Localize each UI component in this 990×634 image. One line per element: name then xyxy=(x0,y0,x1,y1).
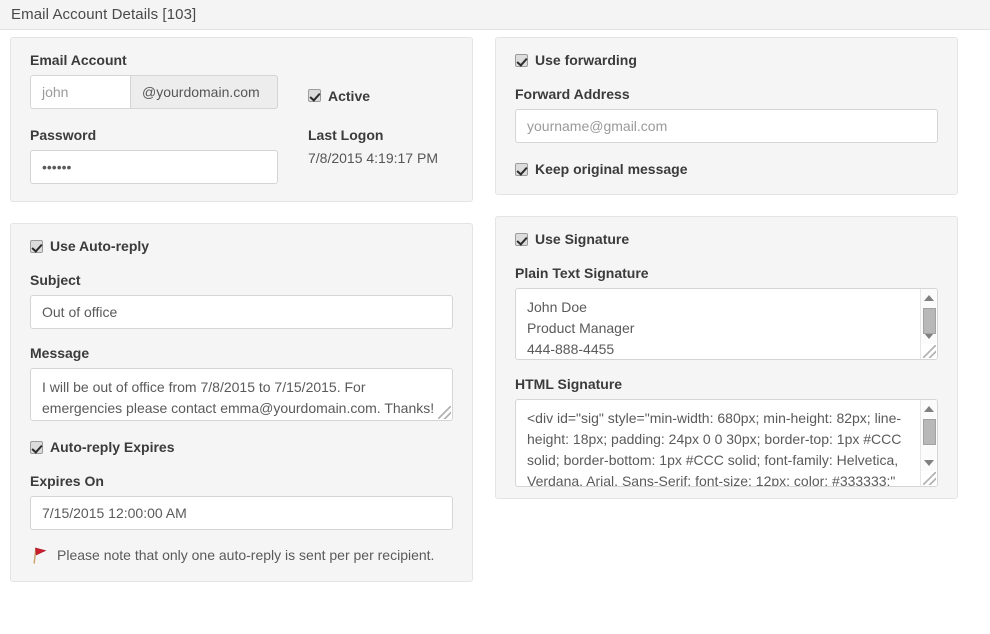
forwarding-panel: Use forwarding Forward Address yourname@… xyxy=(495,37,958,195)
scrollbar-thumb[interactable] xyxy=(923,308,936,334)
email-account-row: Email Account john @yourdomain.com Activ… xyxy=(30,52,453,109)
html-signature-group: HTML Signature <div id="sig" style="min-… xyxy=(515,376,938,487)
message-label: Message xyxy=(30,345,453,361)
autoreply-note: Please note that only one auto-reply is … xyxy=(30,546,453,564)
html-signature-label: HTML Signature xyxy=(515,376,938,392)
password-field-group: Password •••••• xyxy=(30,127,278,184)
html-signature-value: <div id="sig" style="min-width: 680px; m… xyxy=(516,400,937,487)
page-header: Email Account Details [103] xyxy=(0,0,990,30)
right-column: Use forwarding Forward Address yourname@… xyxy=(495,37,958,499)
password-row: Password •••••• Last Logon 7/8/2015 4:19… xyxy=(30,127,453,184)
subject-group: Subject Out of office xyxy=(30,272,453,329)
active-label: Active xyxy=(328,88,370,104)
plain-text-signature-label: Plain Text Signature xyxy=(515,265,938,281)
scrollbar-track[interactable] xyxy=(921,306,938,327)
message-group: Message I will be out of office from 7/8… xyxy=(30,345,453,421)
active-checkbox-row[interactable]: Active xyxy=(308,82,370,109)
use-signature-label: Use Signature xyxy=(535,231,629,247)
scrollbar-thumb[interactable] xyxy=(923,419,936,445)
subject-input[interactable]: Out of office xyxy=(30,295,453,329)
use-forwarding-label: Use forwarding xyxy=(535,52,637,68)
autoreply-expires-checkbox[interactable] xyxy=(30,441,43,454)
scroll-down-arrow-icon[interactable] xyxy=(921,454,938,471)
left-column: Email Account john @yourdomain.com Activ… xyxy=(10,37,473,582)
plain-text-signature-textarea[interactable]: John Doe Product Manager 444-888-4455 jo… xyxy=(515,288,938,360)
use-forwarding-checkbox[interactable] xyxy=(515,54,528,67)
html-signature-textarea[interactable]: <div id="sig" style="min-width: 680px; m… xyxy=(515,399,938,487)
scroll-up-arrow-icon[interactable] xyxy=(921,400,938,417)
expires-on-input[interactable]: 7/15/2015 12:00:00 AM xyxy=(30,496,453,530)
expires-on-label: Expires On xyxy=(30,473,453,489)
password-label: Password xyxy=(30,127,278,143)
content-columns: Email Account john @yourdomain.com Activ… xyxy=(0,30,990,582)
signature-panel: Use Signature Plain Text Signature John … xyxy=(495,216,958,499)
last-logon-value: 7/8/2015 4:19:17 PM xyxy=(308,150,438,166)
use-signature-checkbox-row[interactable]: Use Signature xyxy=(515,231,938,247)
use-autoreply-label: Use Auto-reply xyxy=(50,238,149,254)
email-account-field-group: Email Account john @yourdomain.com xyxy=(30,52,278,109)
active-checkbox[interactable] xyxy=(308,89,321,102)
resize-grip-icon[interactable] xyxy=(923,345,936,358)
email-address-input-group[interactable]: john @yourdomain.com xyxy=(30,75,278,109)
forward-address-group: Forward Address yourname@gmail.com xyxy=(515,86,938,143)
page-title: Email Account Details [103] xyxy=(11,6,196,23)
scroll-up-arrow-icon[interactable] xyxy=(921,289,938,306)
expires-on-group: Expires On 7/15/2015 12:00:00 AM xyxy=(30,473,453,530)
email-account-label: Email Account xyxy=(30,52,278,68)
last-logon-label: Last Logon xyxy=(308,127,438,143)
message-textarea-value: I will be out of office from 7/8/2015 to… xyxy=(31,369,452,421)
autoreply-expires-checkbox-row[interactable]: Auto-reply Expires xyxy=(30,439,453,455)
autoreply-note-text: Please note that only one auto-reply is … xyxy=(57,547,434,563)
email-account-panel: Email Account john @yourdomain.com Activ… xyxy=(10,37,473,202)
password-input[interactable]: •••••• xyxy=(30,150,278,184)
keep-original-checkbox[interactable] xyxy=(515,163,528,176)
keep-original-label: Keep original message xyxy=(535,161,688,177)
forward-address-label: Forward Address xyxy=(515,86,938,102)
plain-text-signature-group: Plain Text Signature John Doe Product Ma… xyxy=(515,265,938,360)
resize-grip-icon[interactable] xyxy=(923,472,936,485)
use-autoreply-checkbox[interactable] xyxy=(30,240,43,253)
email-domain-addon: @yourdomain.com xyxy=(130,75,278,109)
use-signature-checkbox[interactable] xyxy=(515,233,528,246)
last-logon-group: Last Logon 7/8/2015 4:19:17 PM xyxy=(308,127,438,184)
subject-label: Subject xyxy=(30,272,453,288)
message-textarea[interactable]: I will be out of office from 7/8/2015 to… xyxy=(30,368,453,421)
forward-address-input[interactable]: yourname@gmail.com xyxy=(515,109,938,143)
keep-original-checkbox-row[interactable]: Keep original message xyxy=(515,161,938,177)
red-flag-icon xyxy=(30,546,48,564)
autoreply-expires-label: Auto-reply Expires xyxy=(50,439,174,455)
scrollbar-track[interactable] xyxy=(921,417,938,454)
plain-text-signature-value: John Doe Product Manager 444-888-4455 jo… xyxy=(516,289,937,360)
use-forwarding-checkbox-row[interactable]: Use forwarding xyxy=(515,52,938,68)
autoreply-panel: Use Auto-reply Subject Out of office Mes… xyxy=(10,223,473,582)
email-username-input[interactable]: john xyxy=(30,75,130,109)
resize-grip-icon[interactable] xyxy=(438,406,451,419)
use-autoreply-checkbox-row[interactable]: Use Auto-reply xyxy=(30,238,453,254)
